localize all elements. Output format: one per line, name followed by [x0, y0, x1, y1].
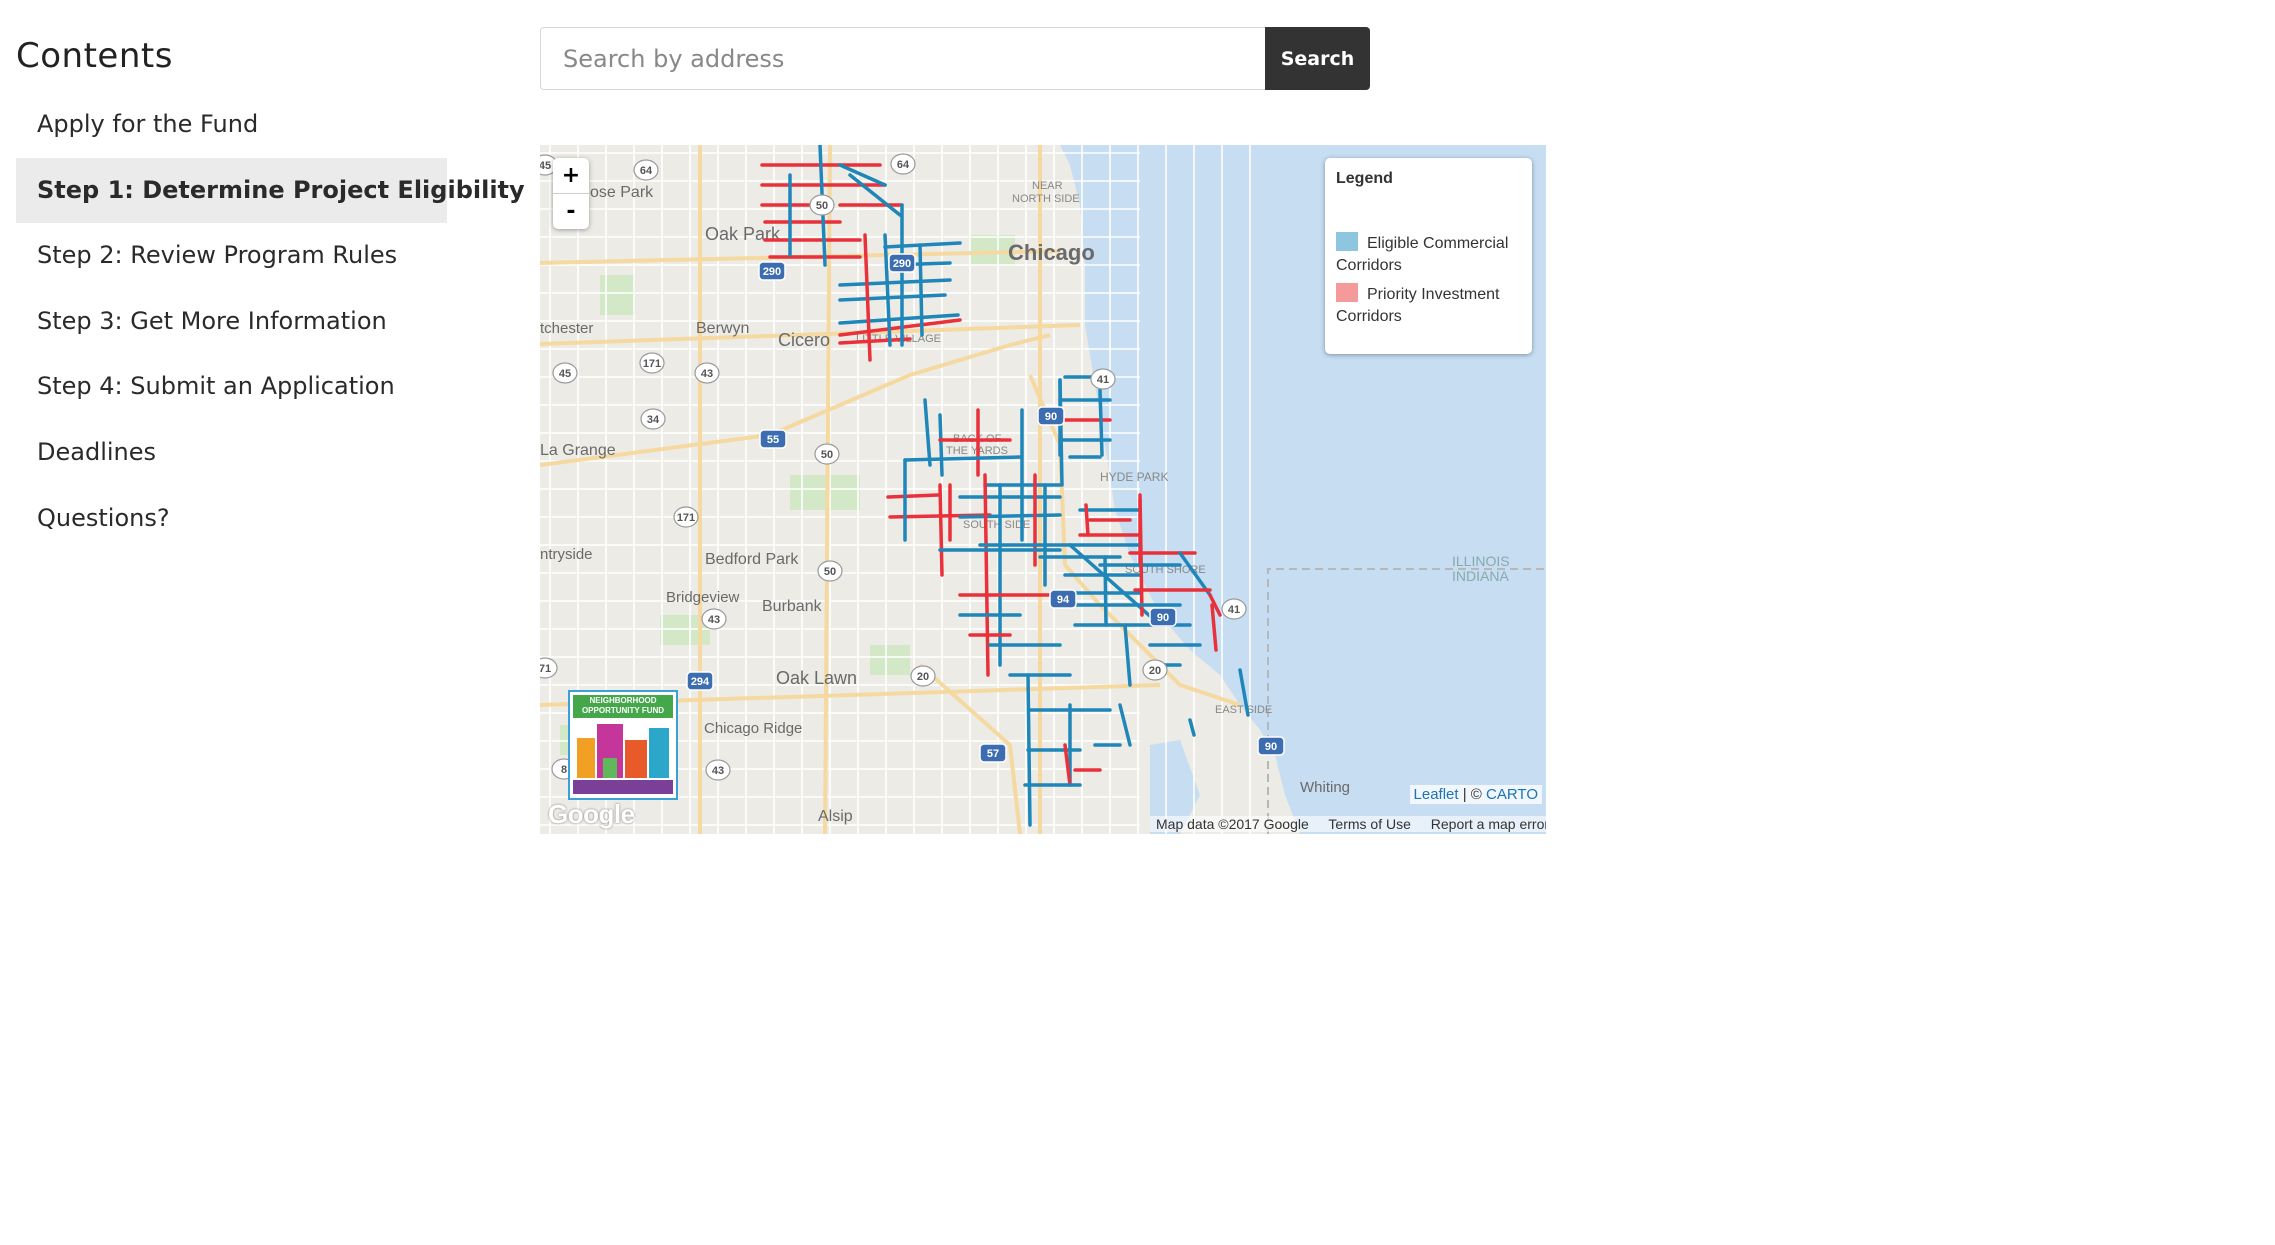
highway-shield-294: 294: [686, 671, 714, 691]
highway-shield-171: 171: [639, 352, 665, 374]
highway-shield-50: 50: [814, 443, 840, 465]
logo-houses-image: [573, 724, 673, 794]
highway-shield-90: 90: [1149, 607, 1177, 627]
svg-text:90: 90: [1265, 741, 1277, 753]
map-footer: Map data ©2017 Google Terms of Use Repor…: [1150, 816, 1546, 832]
svg-text:20: 20: [1149, 665, 1161, 677]
corridor-map[interactable]: Chicago Oak Park Cicero Berwyn ose Park …: [540, 145, 1546, 834]
highway-shield-90: 90: [1257, 736, 1285, 756]
report-map-error-link[interactable]: Report a map error: [1431, 816, 1546, 832]
leaflet-link[interactable]: Leaflet: [1414, 786, 1459, 803]
svg-text:50: 50: [821, 449, 833, 461]
sidebar-title: Contents: [16, 36, 173, 76]
highway-shield-71: 71: [540, 657, 558, 679]
highway-shield-43: 43: [701, 608, 727, 630]
svg-text:34: 34: [647, 414, 660, 426]
terms-of-use-link[interactable]: Terms of Use: [1328, 816, 1410, 832]
nav-item-step-2[interactable]: Step 2: Review Program Rules: [16, 223, 447, 289]
svg-text:57: 57: [987, 748, 999, 760]
svg-text:294: 294: [691, 676, 710, 688]
svg-text:171: 171: [643, 358, 661, 370]
nav-item-questions[interactable]: Questions?: [16, 486, 447, 552]
google-logo: Google: [548, 799, 635, 829]
highway-shield-64: 64: [633, 159, 659, 181]
highway-shield-57: 57: [979, 743, 1007, 763]
neighborhood-opportunity-fund-logo: NEIGHBORHOOD OPPORTUNITY FUND: [568, 690, 678, 800]
svg-text:64: 64: [640, 165, 653, 177]
svg-text:50: 50: [816, 200, 828, 212]
highway-shield-41: 41: [1221, 598, 1247, 620]
map-attribution: Leaflet | © CARTO: [1409, 785, 1542, 804]
highway-shield-45: 45: [552, 362, 578, 384]
search-button[interactable]: Search: [1265, 27, 1370, 90]
svg-text:43: 43: [712, 765, 724, 777]
map-legend: Legend Eligible Commercial Corridors Pri…: [1325, 158, 1532, 354]
highway-shield-94: 94: [1049, 589, 1077, 609]
nav-item-apply[interactable]: Apply for the Fund: [16, 92, 447, 158]
nav-item-step-3[interactable]: Step 3: Get More Information: [16, 289, 447, 355]
highway-shield-90: 90: [1037, 406, 1065, 426]
svg-text:290: 290: [763, 266, 781, 278]
highway-shield-20: 20: [910, 665, 936, 687]
attribution-separator: | ©: [1458, 786, 1487, 803]
contents-sidebar: Contents Apply for the Fund Step 1: Dete…: [16, 30, 525, 552]
svg-text:43: 43: [701, 368, 713, 380]
nav-item-step-4[interactable]: Step 4: Submit an Application: [16, 354, 447, 420]
svg-text:41: 41: [1097, 374, 1109, 386]
highway-shield-41: 41: [1090, 368, 1116, 390]
highway-shield-64: 64: [890, 153, 916, 175]
svg-text:55: 55: [767, 434, 779, 446]
svg-text:171: 171: [677, 512, 695, 524]
logo-title: NEIGHBORHOOD OPPORTUNITY FUND: [573, 695, 673, 718]
svg-text:50: 50: [824, 566, 836, 578]
map-data-credit: Map data ©2017 Google: [1156, 816, 1309, 832]
legend-label-priority: Priority Investment Corridors: [1336, 286, 1500, 325]
legend-label-eligible: Eligible Commercial Corridors: [1336, 235, 1509, 274]
legend-swatch-priority: [1336, 283, 1358, 302]
highway-shield-43: 43: [694, 362, 720, 384]
nav-item-deadlines[interactable]: Deadlines: [16, 420, 447, 486]
legend-item-priority: Priority Investment Corridors: [1336, 283, 1526, 328]
svg-text:8: 8: [561, 764, 567, 776]
svg-text:45: 45: [559, 368, 571, 380]
highway-shield-50: 50: [817, 560, 843, 582]
zoom-in-button[interactable]: +: [553, 158, 589, 194]
svg-text:64: 64: [897, 159, 910, 171]
svg-text:45: 45: [540, 160, 551, 172]
highway-shield-50: 50: [809, 194, 835, 216]
legend-title: Legend: [1336, 170, 1393, 187]
svg-text:20: 20: [917, 671, 929, 683]
svg-text:94: 94: [1057, 594, 1070, 606]
highway-shield-20: 20: [1142, 659, 1168, 681]
highway-shield-55: 55: [759, 429, 787, 449]
address-search-input[interactable]: [540, 27, 1265, 90]
svg-text:71: 71: [540, 663, 551, 675]
svg-text:290: 290: [893, 258, 911, 270]
highway-shield-34: 34: [640, 408, 666, 430]
legend-swatch-eligible: [1336, 232, 1358, 251]
carto-link[interactable]: CARTO: [1486, 786, 1538, 803]
highway-shield-290: 290: [758, 261, 786, 281]
highway-shield-171: 171: [673, 506, 699, 528]
svg-text:43: 43: [708, 614, 720, 626]
legend-item-eligible: Eligible Commercial Corridors: [1336, 232, 1526, 277]
svg-text:90: 90: [1045, 411, 1057, 423]
svg-text:90: 90: [1157, 612, 1169, 624]
highway-shield-290: 290: [888, 253, 916, 273]
nav-item-step-1[interactable]: Step 1: Determine Project Eligibility: [16, 157, 525, 224]
zoom-out-button[interactable]: -: [553, 194, 589, 229]
highway-shield-43: 43: [705, 759, 731, 781]
svg-text:41: 41: [1228, 604, 1240, 616]
zoom-control: + -: [553, 158, 589, 229]
